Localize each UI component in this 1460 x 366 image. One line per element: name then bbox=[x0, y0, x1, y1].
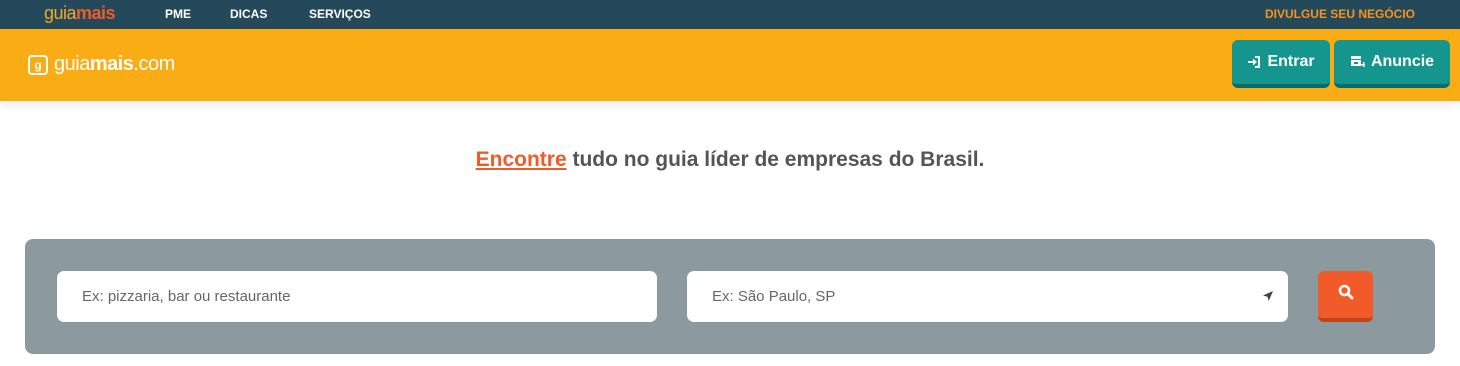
top-logo[interactable]: guiamais bbox=[44, 3, 116, 24]
search-panel: Ex: pizzaria, bar ou restaurante Ex: São… bbox=[25, 239, 1435, 354]
brand-badge-icon: g bbox=[28, 54, 48, 75]
brand-logo[interactable]: g guiamais.com bbox=[28, 53, 175, 76]
main-header: g guiamais.com Entrar Anuncie bbox=[0, 29, 1460, 101]
top-bar: guiamais PME DICAS SERVIÇOS DIVULGUE SEU… bbox=[0, 0, 1460, 29]
brand-part1: guia bbox=[54, 53, 90, 75]
anuncie-button[interactable]: Anuncie bbox=[1334, 40, 1450, 88]
where-search-input[interactable]: Ex: São Paulo, SP bbox=[687, 271, 1288, 322]
what-placeholder: Ex: pizzaria, bar ou restaurante bbox=[82, 288, 291, 305]
nav-link-servicos[interactable]: SERVIÇOS bbox=[309, 7, 371, 21]
storefront-plus-icon bbox=[1350, 55, 1365, 69]
search-icon bbox=[1338, 284, 1354, 305]
brand-badge-letter: g bbox=[34, 57, 42, 72]
top-logo-part2: mais bbox=[76, 3, 116, 23]
anuncie-label: Anuncie bbox=[1370, 53, 1435, 70]
nav-link-pme[interactable]: PME bbox=[165, 7, 191, 21]
sign-in-icon bbox=[1247, 55, 1261, 69]
entrar-label: Entrar bbox=[1267, 53, 1315, 70]
brand-text: guiamais.com bbox=[54, 53, 175, 76]
page-headline: Encontre tudo no guia líder de empresas … bbox=[0, 148, 1460, 172]
headline-emphasis: Encontre bbox=[475, 148, 567, 171]
brand-part3: .com bbox=[133, 53, 175, 75]
headline-rest: tudo no guia líder de empresas do Brasil… bbox=[566, 148, 985, 171]
top-logo-part1: guia bbox=[44, 3, 77, 23]
where-placeholder: Ex: São Paulo, SP bbox=[712, 288, 836, 305]
brand-part2: mais bbox=[89, 53, 134, 75]
divulgue-link[interactable]: DIVULGUE SEU NEGÓCIO bbox=[1265, 7, 1415, 21]
search-button[interactable] bbox=[1318, 271, 1373, 322]
what-search-input[interactable]: Ex: pizzaria, bar ou restaurante bbox=[57, 271, 657, 322]
location-arrow-icon[interactable] bbox=[1262, 289, 1274, 306]
nav-link-dicas[interactable]: DICAS bbox=[230, 7, 267, 21]
entrar-button[interactable]: Entrar bbox=[1232, 40, 1330, 88]
